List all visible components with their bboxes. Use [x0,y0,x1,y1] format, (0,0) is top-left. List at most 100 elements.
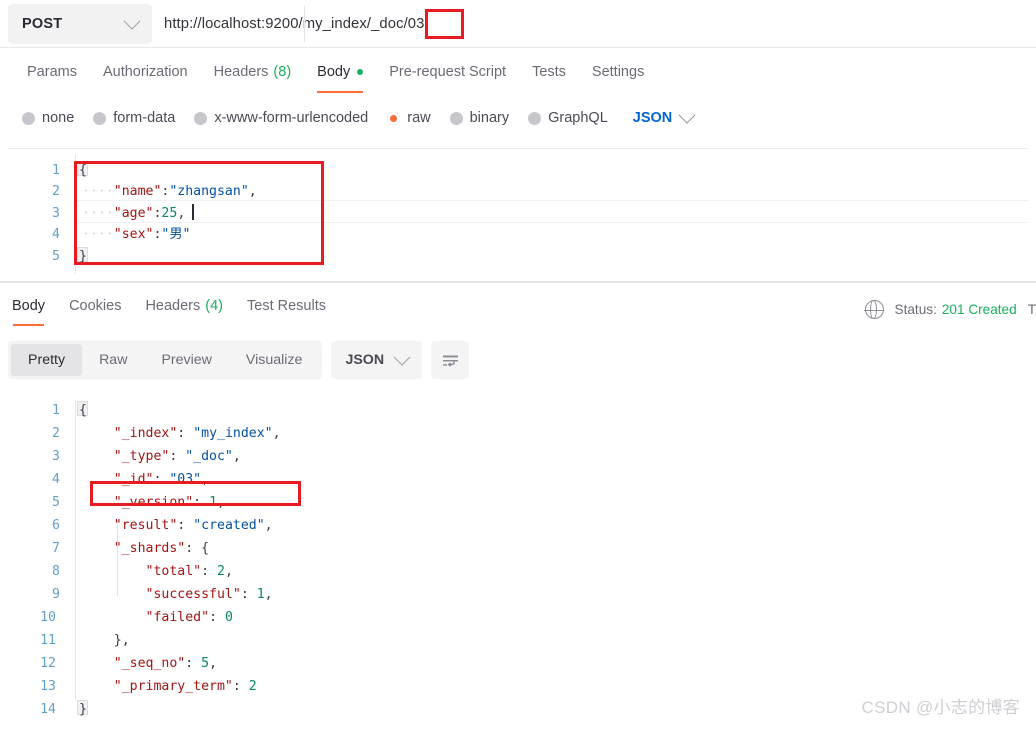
radio-x-www-form-urlencoded-icon [194,111,208,125]
tab-tests[interactable]: Tests [519,60,579,93]
request-code-line-1: { [79,163,87,178]
radio-raw[interactable]: raw [379,110,441,126]
response-tab-cookies[interactable]: Cookies [57,294,133,326]
response-format-select[interactable]: JSON [331,341,423,379]
status-label: Status: [894,302,937,317]
request-code-line-2: ····"name":"zhangsan", [82,181,257,202]
response-line-number: 6 [52,518,60,533]
radio-none[interactable]: none [14,110,85,126]
http-method-label: POST [22,16,63,32]
json-colon: : [177,518,194,533]
response-line-number: 3 [52,449,60,464]
json-colon: : [185,656,202,671]
editor-top-divider [8,148,1028,149]
wrap-lines-button[interactable] [431,341,470,379]
json-key: "_seq_no" [113,656,186,671]
response-line-number: 7 [52,541,60,556]
body-language-select[interactable]: JSON [633,106,696,126]
response-line-number: 13 [40,679,56,694]
response-tab-body[interactable]: Body [0,294,57,326]
json-value: 2 [217,564,225,579]
response-time-truncated: T [1027,302,1036,317]
radio-binary-label: binary [469,110,510,126]
url-bar: POST http://localhost:9200/my_index/_doc… [0,0,1036,48]
view-mode-preview[interactable]: Preview [144,344,228,376]
tab-body[interactable]: Body [304,60,376,93]
response-status-area: Status: 201 Created T [864,299,1036,320]
json-value: 0 [224,610,233,625]
json-colon: : [232,679,249,694]
view-mode-pretty[interactable]: Pretty [11,344,83,376]
response-line-number: 11 [40,633,56,648]
response-tab-test-results[interactable]: Test Results [235,294,338,326]
radio-none-label: none [42,110,75,126]
view-mode-raw[interactable]: Raw [82,344,144,376]
radio-graphql-icon [528,111,542,125]
radio-form-data[interactable]: form-data [85,110,186,126]
url-text: http://localhost:9200/my_index/_doc/03 [164,16,425,32]
view-mode-raw-label: Raw [99,352,128,368]
tab-settings[interactable]: Settings [579,60,657,93]
radio-x-www-form-urlencoded[interactable]: x-www-form-urlencoded [186,110,379,126]
response-code-line-11: }, [82,630,130,651]
json-key: "_version" [113,495,194,510]
chevron-down-icon [678,106,696,124]
response-body-editor[interactable]: 1 2 3 4 5 6 7 8 9 10 11 12 13 14 { "_ind… [0,392,1036,717]
json-colon: : [240,587,257,602]
json-value: 1 [256,587,265,602]
tab-authorization[interactable]: Authorization [90,60,201,93]
response-code-line-10: "failed": 0 [82,607,233,628]
url-input[interactable]: http://localhost:9200/my_index/_doc/03 [152,0,1036,48]
json-value: 2 [248,679,257,694]
response-line-number: 14 [40,702,56,717]
json-comma: , [264,587,273,602]
json-colon: : [201,564,217,579]
view-mode-preview-label: Preview [161,352,212,368]
view-mode-visualize[interactable]: Visualize [229,344,320,376]
response-tab-test-results-label: Test Results [247,298,326,314]
request-line-number: 2 [52,184,60,199]
chevron-down-icon [393,348,411,366]
tab-headers[interactable]: Headers (8) [201,60,305,93]
json-key: "successful" [145,587,241,602]
request-body-editor[interactable]: 1 2 3 4 5 { ····"name":"zhangsan", ····"… [0,148,1036,276]
json-key: "name" [113,184,162,199]
tab-pre-request-script[interactable]: Pre-request Script [376,60,519,93]
radio-raw-icon [387,111,401,125]
response-tab-headers[interactable]: Headers (4) [133,294,235,326]
tab-headers-count: (8) [273,64,292,80]
response-code-line-13: "_primary_term": 2 [82,676,257,697]
radio-none-icon [22,111,35,125]
json-colon: : [193,495,210,510]
json-colon: : [169,449,186,464]
radio-binary[interactable]: binary [442,110,521,126]
watermark: CSDN @小志的博客 [861,698,1020,717]
response-code-line-14: } [79,702,87,717]
response-line-number: 12 [40,656,56,671]
json-value: "_doc" [185,449,233,464]
http-method-select[interactable]: POST [8,4,152,44]
radio-binary-icon [449,111,463,125]
response-tab-headers-count: (4) [205,298,223,314]
response-code-line-3: "_type": "_doc", [82,446,241,467]
json-comma: , [232,449,241,464]
json-value: "my_index" [193,426,273,441]
wrap-lines-icon [442,355,458,367]
radio-form-data-label: form-data [113,110,176,126]
tab-params[interactable]: Params [14,60,90,93]
radio-form-data-icon [93,111,107,125]
radio-graphql[interactable]: GraphQL [520,110,619,126]
url-bar-underline [0,47,1036,48]
json-colon: : [153,472,170,487]
tab-settings-label: Settings [591,64,645,80]
pane-splitter[interactable] [0,281,1036,283]
response-code-line-4: "_id": "03", [82,469,209,490]
response-line-number: 10 [40,610,56,625]
response-code-line-8: "total": 2, [82,561,233,582]
